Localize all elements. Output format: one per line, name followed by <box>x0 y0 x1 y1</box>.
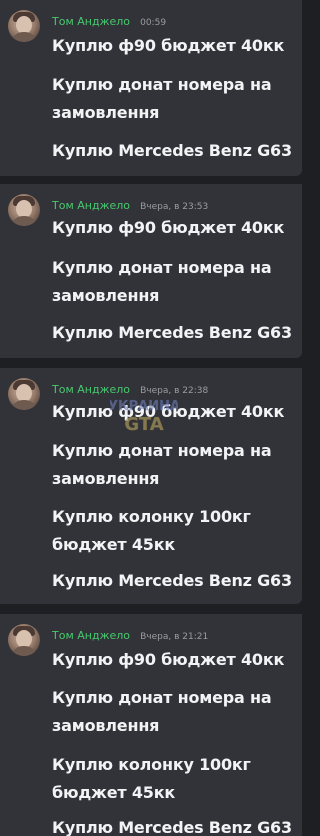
watermark-line2: GTA <box>124 414 163 435</box>
timestamp: 00:59 <box>140 18 167 28</box>
avatar[interactable] <box>8 10 40 42</box>
message-1[interactable]: Том Анджело 00:59 Куплю ф90 бюджет 40кк … <box>0 0 302 176</box>
message-line: Куплю колонку 100кг бюджет 45кк <box>52 755 251 802</box>
message-2[interactable]: Том Анджело Вчера, в 23:53 Куплю ф90 бюд… <box>0 184 302 358</box>
message-line: Куплю Mercedes Benz G63 <box>52 571 292 590</box>
message-line: Куплю колонку 100кг бюджет 45кк <box>52 507 251 554</box>
message-line: Куплю Mercedes Benz G63 <box>52 323 292 342</box>
message-line: Куплю донат номера на замовлення <box>52 75 272 122</box>
avatar[interactable] <box>8 624 40 656</box>
message-line: Куплю донат номера на замовлення <box>52 688 272 735</box>
message-header: Том Анджело 00:59 <box>52 10 166 29</box>
message-4[interactable]: Том Анджело Вчера, в 21:21 Куплю ф90 бюд… <box>0 614 302 836</box>
message-line: Куплю Mercedes Benz G63 <box>52 141 292 160</box>
message-line: Куплю ф90 бюджет 40кк <box>52 650 285 669</box>
message-header: Том Анджело Вчера, в 21:21 <box>52 624 208 643</box>
username[interactable]: Том Анджело <box>52 199 130 212</box>
message-header: Том Анджело Вчера, в 23:53 <box>52 194 208 213</box>
timestamp: Вчера, в 21:21 <box>140 632 209 642</box>
watermark-line1: УКРАИНА <box>110 399 178 414</box>
avatar[interactable] <box>8 378 40 410</box>
message-line: Куплю донат номера на замовлення <box>52 441 272 488</box>
message-line: Куплю Mercedes Benz G63 <box>52 818 292 836</box>
watermark-logo: УКРАИНА GTA <box>110 399 178 436</box>
username[interactable]: Том Анджело <box>52 629 130 642</box>
message-line: Куплю ф90 бюджет 40кк <box>52 36 285 55</box>
timestamp: Вчера, в 23:53 <box>140 202 209 212</box>
message-line: Куплю ф90 бюджет 40кк <box>52 218 285 237</box>
message-line: Куплю донат номера на замовлення <box>52 258 272 305</box>
username[interactable]: Том Анджело <box>52 15 130 28</box>
avatar[interactable] <box>8 194 40 226</box>
